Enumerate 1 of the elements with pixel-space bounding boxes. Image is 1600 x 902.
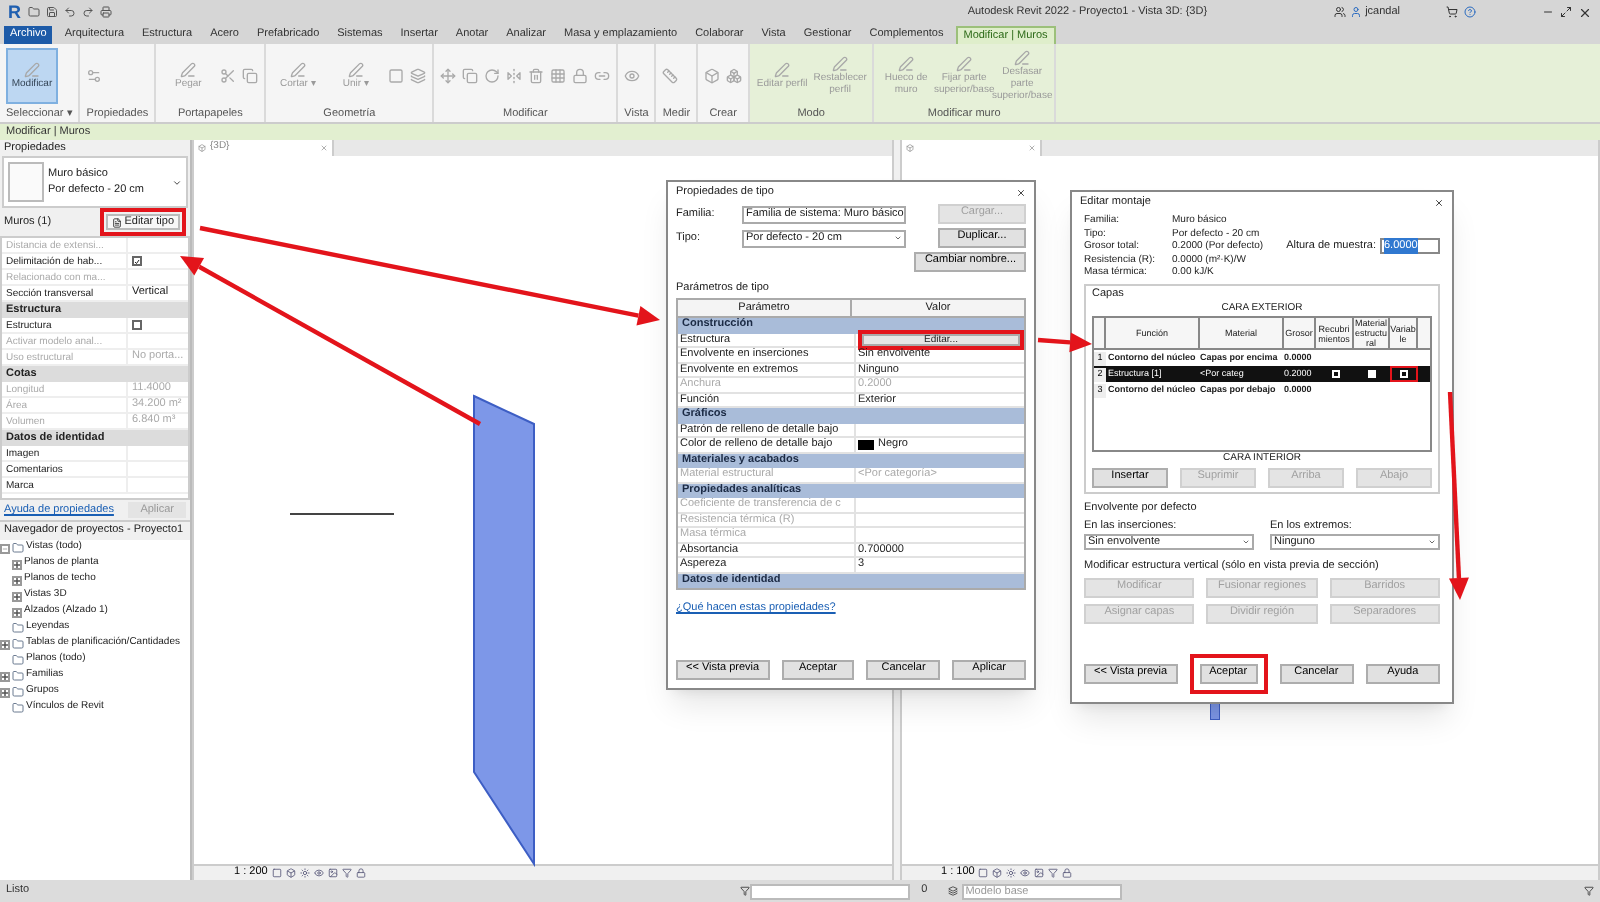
- app-logo: R: [8, 3, 21, 21]
